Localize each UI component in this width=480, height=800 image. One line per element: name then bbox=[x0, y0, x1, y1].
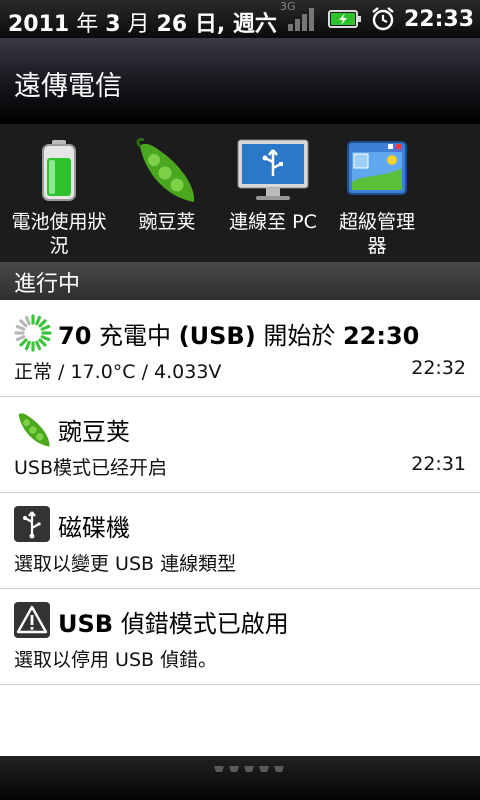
charging-ring-segment bbox=[35, 340, 42, 351]
carrier-name: 遠傳電信 bbox=[14, 71, 122, 102]
status-date: 2011 年 3 月 26 日, 週六 bbox=[8, 6, 277, 38]
notification-subtitle: 正常 / 17.0°C / 4.033V bbox=[14, 361, 222, 383]
warning-icon bbox=[14, 602, 52, 640]
started-at-text: 開始於 bbox=[255, 322, 343, 350]
drag-handle-icon bbox=[214, 766, 284, 772]
charging-start-time: 22:30 bbox=[342, 322, 420, 350]
pea-pod-icon bbox=[132, 138, 202, 213]
battery-percent: 70 bbox=[58, 322, 92, 350]
notification-title: 豌豆荚 bbox=[58, 418, 130, 446]
quick-action-battery-usage[interactable]: 電池使用狀 況 bbox=[0, 124, 118, 262]
status-icons: 3G 22:33 bbox=[280, 0, 474, 32]
status-time: 22:33 bbox=[403, 6, 474, 32]
notification-wandoujia[interactable]: 豌豆荚 USB模式已经开启 22:31 bbox=[0, 396, 480, 493]
charging-ring-segment bbox=[19, 338, 28, 347]
window-manager-icon bbox=[346, 138, 408, 203]
notification-title: 磁碟機 bbox=[58, 514, 130, 542]
pea-pod-icon bbox=[14, 410, 52, 448]
quick-action-label: 電池使用狀 況 bbox=[11, 211, 107, 257]
charging-text: 充電中 bbox=[91, 322, 179, 350]
notification-time: 22:31 bbox=[411, 453, 466, 475]
battery-icon bbox=[39, 138, 79, 207]
notification-subtitle: 選取以停用 USB 偵錯。 bbox=[14, 649, 218, 671]
signal-icon: 3G bbox=[280, 0, 320, 32]
quick-action-label: 連線至 PC bbox=[229, 211, 317, 233]
charging-ring-segment bbox=[38, 338, 47, 347]
notification-title: 70 充電中 (USB) 開始於 22:30 bbox=[58, 316, 419, 351]
quick-action-super-manager[interactable]: 超級管理器 bbox=[330, 124, 424, 262]
charging-ring-segment bbox=[40, 335, 51, 342]
quick-action-wandoujia[interactable]: 豌豆荚 bbox=[118, 124, 216, 262]
section-title: 進行中 bbox=[14, 272, 81, 297]
charging-ring-segment bbox=[15, 324, 26, 331]
charging-ring-segment bbox=[38, 319, 47, 328]
quick-action-label: 超級管理器 bbox=[338, 211, 415, 257]
battery-charging-icon bbox=[327, 8, 362, 30]
notification-charging[interactable]: 70 充電中 (USB) 開始於 22:30 正常 / 17.0°C / 4.0… bbox=[0, 300, 480, 397]
quick-action-connect-pc[interactable]: 連線至 PC bbox=[216, 124, 330, 262]
notification-usb-debug[interactable]: USB 偵錯模式已啟用 選取以停用 USB 偵錯。 bbox=[0, 588, 480, 685]
date-weekday: 日, 週六 bbox=[187, 12, 277, 37]
status-bar[interactable]: 2011 年 3 月 26 日, 週六 3G 22:33 bbox=[0, 0, 480, 38]
notification-subtitle: 選取以變更 USB 連線類型 bbox=[14, 553, 237, 575]
charging-ring-segment bbox=[15, 335, 26, 342]
date-sep-month: 月 bbox=[120, 12, 157, 37]
notification-drawer-handle[interactable] bbox=[0, 756, 480, 800]
date-year: 2011 bbox=[8, 12, 70, 37]
alarm-clock-icon bbox=[370, 6, 396, 32]
usb-label: USB bbox=[58, 610, 114, 638]
charging-ring-segment bbox=[24, 340, 31, 351]
notification-subtitle: USB模式已经开启 bbox=[14, 457, 168, 479]
notification-title: USB 偵錯模式已啟用 bbox=[58, 604, 289, 639]
charging-source: (USB) bbox=[178, 322, 256, 350]
date-month: 3 bbox=[105, 12, 121, 37]
network-type-label: 3G bbox=[279, 0, 296, 13]
charging-ring-segment bbox=[24, 315, 31, 326]
date-sep-year: 年 bbox=[69, 12, 106, 37]
section-header: 進行中 bbox=[0, 262, 480, 300]
charging-ring-segment bbox=[19, 319, 28, 328]
charging-ring-segment bbox=[40, 324, 51, 331]
debug-mode-text: 偵錯模式已啟用 bbox=[113, 610, 289, 638]
usb-icon bbox=[14, 506, 52, 544]
monitor-usb-icon bbox=[236, 138, 310, 207]
notification-list: 70 充電中 (USB) 開始於 22:30 正常 / 17.0°C / 4.0… bbox=[0, 300, 480, 756]
date-day: 26 bbox=[156, 12, 188, 37]
charging-ring-segment bbox=[35, 315, 42, 326]
notification-time: 22:32 bbox=[411, 357, 466, 379]
quick-action-label: 豌豆荚 bbox=[138, 211, 196, 233]
quick-actions-bar: 電池使用狀 況 豌豆荚 連線至 PC 超級管理器 bbox=[0, 124, 480, 262]
charging-ring-icon bbox=[14, 314, 52, 352]
carrier-banner: 遠傳電信 bbox=[0, 38, 480, 124]
notification-disk-drive[interactable]: 磁碟機 選取以變更 USB 連線類型 bbox=[0, 492, 480, 589]
